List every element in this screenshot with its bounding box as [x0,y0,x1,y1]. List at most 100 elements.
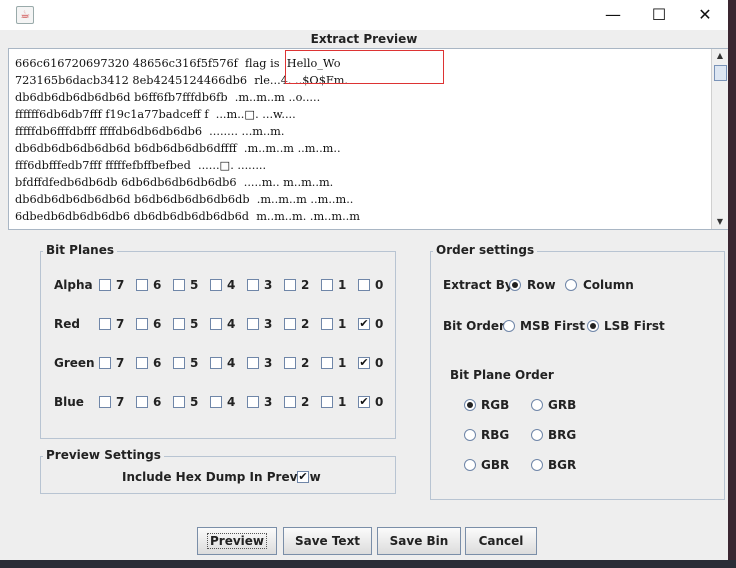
plane-order-grb-radio[interactable] [531,399,543,411]
extract-column-label[interactable]: Column [583,278,634,292]
preview-line: fff6dbfffedb7fff fffffefbffbefbed ......… [15,159,267,172]
extract-row-label[interactable]: Row [527,278,556,292]
blue-bit-1-checkbox[interactable] [321,396,333,408]
java-icon: ☕ [16,6,34,24]
preview-line: db6db6db6db6db6d b6ff6fb7fffdb6fb .m..m.… [15,91,321,104]
bit-label: 0 [375,317,384,331]
bit-label: 1 [338,356,347,370]
plane-order-rbg-radio[interactable] [464,429,476,441]
extract-by-label: Extract By [443,278,513,292]
background-right [728,0,736,568]
plane-order-grb-label[interactable]: GRB [548,398,576,412]
bit-label: 7 [116,278,125,292]
plane-order-brg-label[interactable]: BRG [548,428,576,442]
alpha-bit-2-checkbox[interactable] [284,279,296,291]
bit-plane-row-label: Red [54,317,80,331]
minimize-button[interactable]: — [590,0,636,30]
green-bit-0-checkbox[interactable]: ✔ [358,357,370,369]
bit-label: 4 [227,395,236,409]
maximize-button[interactable]: ☐ [636,0,682,30]
save-bin-button[interactable]: Save Bin [377,527,461,555]
scroll-up-icon[interactable]: ▲ [712,49,728,63]
red-bit-7-checkbox[interactable] [99,318,111,330]
bit-label: 6 [153,395,162,409]
green-bit-2-checkbox[interactable] [284,357,296,369]
alpha-bit-7-checkbox[interactable] [99,279,111,291]
dialog-title: Extract Preview [310,32,418,46]
green-bit-6-checkbox[interactable] [136,357,148,369]
bit-label: 1 [338,395,347,409]
blue-bit-5-checkbox[interactable] [173,396,185,408]
green-bit-4-checkbox[interactable] [210,357,222,369]
red-bit-3-checkbox[interactable] [247,318,259,330]
plane-order-rgb-label[interactable]: RGB [481,398,509,412]
red-bit-6-checkbox[interactable] [136,318,148,330]
bit-label: 0 [375,278,384,292]
alpha-bit-0-checkbox[interactable] [358,279,370,291]
order-settings-title: Order settings [433,243,538,257]
blue-bit-2-checkbox[interactable] [284,396,296,408]
red-bit-2-checkbox[interactable] [284,318,296,330]
bit-label: 6 [153,317,162,331]
extract-column-radio[interactable] [565,279,577,291]
bit-label: 5 [190,317,199,331]
plane-order-rgb-radio[interactable] [464,399,476,411]
blue-bit-3-checkbox[interactable] [247,396,259,408]
bit-order-label: Bit Order [443,319,505,333]
scroll-thumb[interactable] [714,65,727,81]
plane-order-brg-radio[interactable] [531,429,543,441]
blue-bit-7-checkbox[interactable] [99,396,111,408]
title-bar[interactable]: ☕ — ☐ ✕ [0,0,728,30]
alpha-bit-3-checkbox[interactable] [247,279,259,291]
bit-label: 0 [375,356,384,370]
msb-first-radio[interactable] [503,320,515,332]
cancel-button[interactable]: Cancel [465,527,537,555]
msb-first-label[interactable]: MSB First [520,319,585,333]
plane-order-bgr-radio[interactable] [531,459,543,471]
plane-order-gbr-radio[interactable] [464,459,476,471]
bit-label: 0 [375,395,384,409]
bit-label: 2 [301,395,310,409]
preview-settings-title: Preview Settings [43,448,164,462]
plane-order-rbg-label[interactable]: RBG [481,428,509,442]
bit-label: 3 [264,278,273,292]
scroll-down-icon[interactable]: ▼ [712,215,728,229]
red-bit-1-checkbox[interactable] [321,318,333,330]
red-bit-5-checkbox[interactable] [173,318,185,330]
bit-label: 2 [301,317,310,331]
green-bit-3-checkbox[interactable] [247,357,259,369]
bit-label: 7 [116,356,125,370]
alpha-bit-5-checkbox[interactable] [173,279,185,291]
green-bit-5-checkbox[interactable] [173,357,185,369]
alpha-bit-4-checkbox[interactable] [210,279,222,291]
bit-label: 3 [264,356,273,370]
blue-bit-6-checkbox[interactable] [136,396,148,408]
bit-label: 4 [227,317,236,331]
close-button[interactable]: ✕ [682,0,728,30]
bit-label: 6 [153,356,162,370]
lsb-first-label[interactable]: LSB First [604,319,665,333]
bit-label: 3 [264,395,273,409]
preview-button[interactable]: Preview [197,527,277,555]
green-bit-1-checkbox[interactable] [321,357,333,369]
alpha-bit-1-checkbox[interactable] [321,279,333,291]
bit-label: 3 [264,317,273,331]
bit-label: 1 [338,278,347,292]
red-bit-0-checkbox[interactable]: ✔ [358,318,370,330]
include-hex-checkbox[interactable]: ✔ [297,471,309,483]
blue-bit-0-checkbox[interactable]: ✔ [358,396,370,408]
bit-label: 4 [227,278,236,292]
bit-label: 7 [116,395,125,409]
bit-label: 5 [190,356,199,370]
alpha-bit-6-checkbox[interactable] [136,279,148,291]
bit-label: 5 [190,278,199,292]
save-text-button[interactable]: Save Text [283,527,372,555]
blue-bit-4-checkbox[interactable] [210,396,222,408]
red-bit-4-checkbox[interactable] [210,318,222,330]
lsb-first-radio[interactable] [587,320,599,332]
preview-scrollbar[interactable]: ▲ ▼ [711,49,728,229]
plane-order-bgr-label[interactable]: BGR [548,458,576,472]
plane-order-gbr-label[interactable]: GBR [481,458,509,472]
extract-row-radio[interactable] [509,279,521,291]
green-bit-7-checkbox[interactable] [99,357,111,369]
